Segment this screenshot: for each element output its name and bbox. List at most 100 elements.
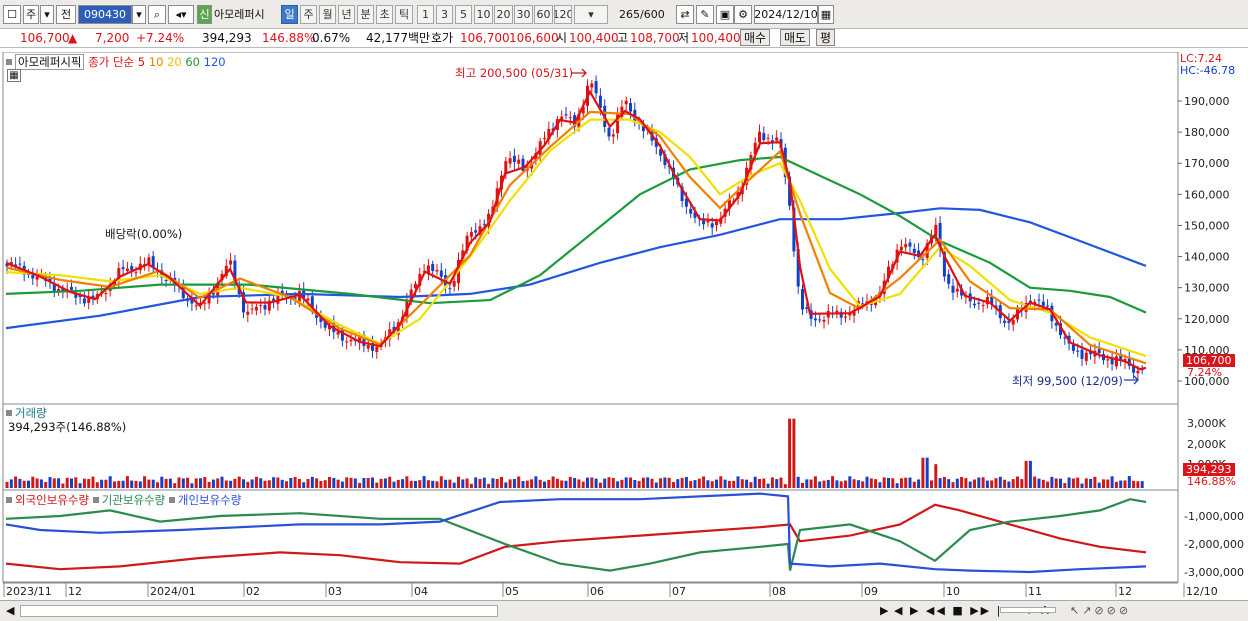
- price-candle: [254, 306, 258, 311]
- minute-5[interactable]: 5: [455, 5, 472, 24]
- minute-10[interactable]: 10: [474, 5, 493, 24]
- volume-bar: [31, 476, 35, 488]
- avg-button[interactable]: 평: [816, 29, 836, 46]
- menu-icon[interactable]: ☐: [3, 5, 21, 24]
- volume-bar: [237, 476, 241, 488]
- stock-label: 아모레퍼시픽: [15, 54, 85, 70]
- volume-bar: [667, 477, 671, 488]
- volume-bar: [147, 479, 151, 488]
- price-candle: [259, 305, 263, 307]
- chart-area[interactable]: 190,000 180,000 170,000 160,000 150,000 140,0…: [0, 51, 1248, 600]
- interval-input[interactable]: ▾: [574, 5, 608, 24]
- volume-bar: [18, 478, 22, 488]
- volume-bar: [525, 480, 529, 488]
- gear-icon[interactable]: ⚙: [734, 5, 752, 24]
- volume-bar: [719, 476, 723, 488]
- period-tick[interactable]: 틱: [395, 5, 413, 24]
- holding-tick-label: -2,000,000: [1184, 538, 1244, 551]
- volume-bar: [276, 477, 280, 488]
- period-day[interactable]: 일: [281, 5, 298, 24]
- volume-bar: [1071, 478, 1075, 488]
- volume-bar: [315, 478, 319, 488]
- volume-bar: [104, 479, 108, 488]
- grid-icon[interactable]: ▦: [7, 69, 21, 82]
- price-candle: [758, 131, 761, 143]
- scroll-right-icon[interactable]: ▶: [880, 604, 888, 618]
- buy-button[interactable]: 매수: [740, 29, 771, 46]
- volume-bar: [818, 481, 822, 488]
- volume-bar: [921, 457, 925, 488]
- price-candle: [715, 221, 718, 226]
- volume-bar: [869, 478, 873, 488]
- volume-bar: [422, 476, 426, 488]
- ma-label: 종가 단순: [88, 55, 135, 69]
- period-minute[interactable]: 분: [357, 5, 374, 24]
- code-dropdown-icon[interactable]: ▾: [132, 5, 146, 24]
- price-candle: [629, 103, 632, 112]
- minute-1[interactable]: 1: [417, 5, 434, 24]
- holding-tick-label: -3,000,000: [1184, 566, 1244, 579]
- period-month[interactable]: 월: [319, 5, 336, 24]
- scrollbar[interactable]: [20, 605, 498, 617]
- volume-bar: [745, 479, 749, 488]
- price-candle: [977, 302, 981, 304]
- stock-type[interactable]: 주: [23, 5, 39, 24]
- volume-bar: [293, 477, 297, 488]
- price-candle: [134, 272, 138, 274]
- drawing-tools[interactable]: ↖↗⊘⊘⊘: [1070, 604, 1131, 618]
- period-week[interactable]: 주: [300, 5, 317, 24]
- volume-bar: [345, 477, 349, 488]
- chevron-down-icon[interactable]: ▾: [40, 5, 54, 24]
- draw-icon[interactable]: ✎: [696, 5, 714, 24]
- minute-30[interactable]: 30: [514, 5, 533, 24]
- volume-bar: [409, 480, 413, 488]
- volume-bar: [289, 477, 293, 488]
- period-second[interactable]: 초: [376, 5, 393, 24]
- volume-bar: [1003, 479, 1007, 488]
- volume-bar: [444, 479, 448, 488]
- sound-icon[interactable]: ◂▾: [168, 5, 194, 24]
- minute-120[interactable]: 120: [554, 5, 572, 24]
- volume-bar: [882, 477, 886, 488]
- x-tick-label: 2024/01: [150, 585, 196, 598]
- volume-bar: [697, 478, 701, 488]
- tool-icon[interactable]: ⇄: [676, 5, 694, 24]
- calendar-icon[interactable]: ▦: [818, 5, 834, 24]
- period-year[interactable]: 년: [338, 5, 355, 24]
- volume-bar: [229, 480, 233, 488]
- volume-bar: [87, 479, 91, 488]
- price-candle: [908, 242, 912, 247]
- minute-20[interactable]: 20: [494, 5, 513, 24]
- volume-bar: [426, 480, 430, 488]
- price-candle: [947, 274, 951, 284]
- volume-bar: [1089, 478, 1093, 488]
- prev-button[interactable]: 전: [56, 5, 76, 24]
- minute-3[interactable]: 3: [436, 5, 453, 24]
- low-note: 최저 99,500 (12/09): [1012, 374, 1123, 388]
- price-candle: [349, 339, 353, 342]
- save-icon[interactable]: ▣: [716, 5, 734, 24]
- price-candle: [1046, 305, 1050, 307]
- price-candle: [31, 274, 35, 279]
- ma5-label: 5: [137, 55, 146, 69]
- date-input[interactable]: 2024/12/10: [754, 5, 818, 24]
- volume-bar: [844, 480, 847, 488]
- minute-60[interactable]: 60: [534, 5, 553, 24]
- volume-bar: [848, 476, 852, 488]
- chart-canvas[interactable]: 190,000 180,000 170,000 160,000 150,000 140,0…: [0, 51, 1248, 600]
- zoom-slider[interactable]: [1000, 607, 1056, 613]
- volume-bar: [985, 480, 989, 488]
- x-tick-label: 07: [672, 585, 686, 598]
- code-input[interactable]: 090430: [78, 5, 132, 24]
- sell-button[interactable]: 매도: [780, 29, 811, 46]
- scroll-left-icon[interactable]: ◀: [6, 604, 14, 618]
- volume-bar: [801, 482, 804, 488]
- range-value[interactable]: 265: [612, 5, 640, 24]
- price-candle: [1136, 370, 1140, 374]
- volume-value: 394,293: [202, 31, 252, 45]
- search-icon[interactable]: ⌕: [148, 5, 166, 24]
- price-tick-label: 160,000: [1184, 188, 1230, 201]
- volume-bar: [521, 481, 525, 488]
- volume-bar: [224, 480, 228, 488]
- volume-bar: [121, 480, 125, 488]
